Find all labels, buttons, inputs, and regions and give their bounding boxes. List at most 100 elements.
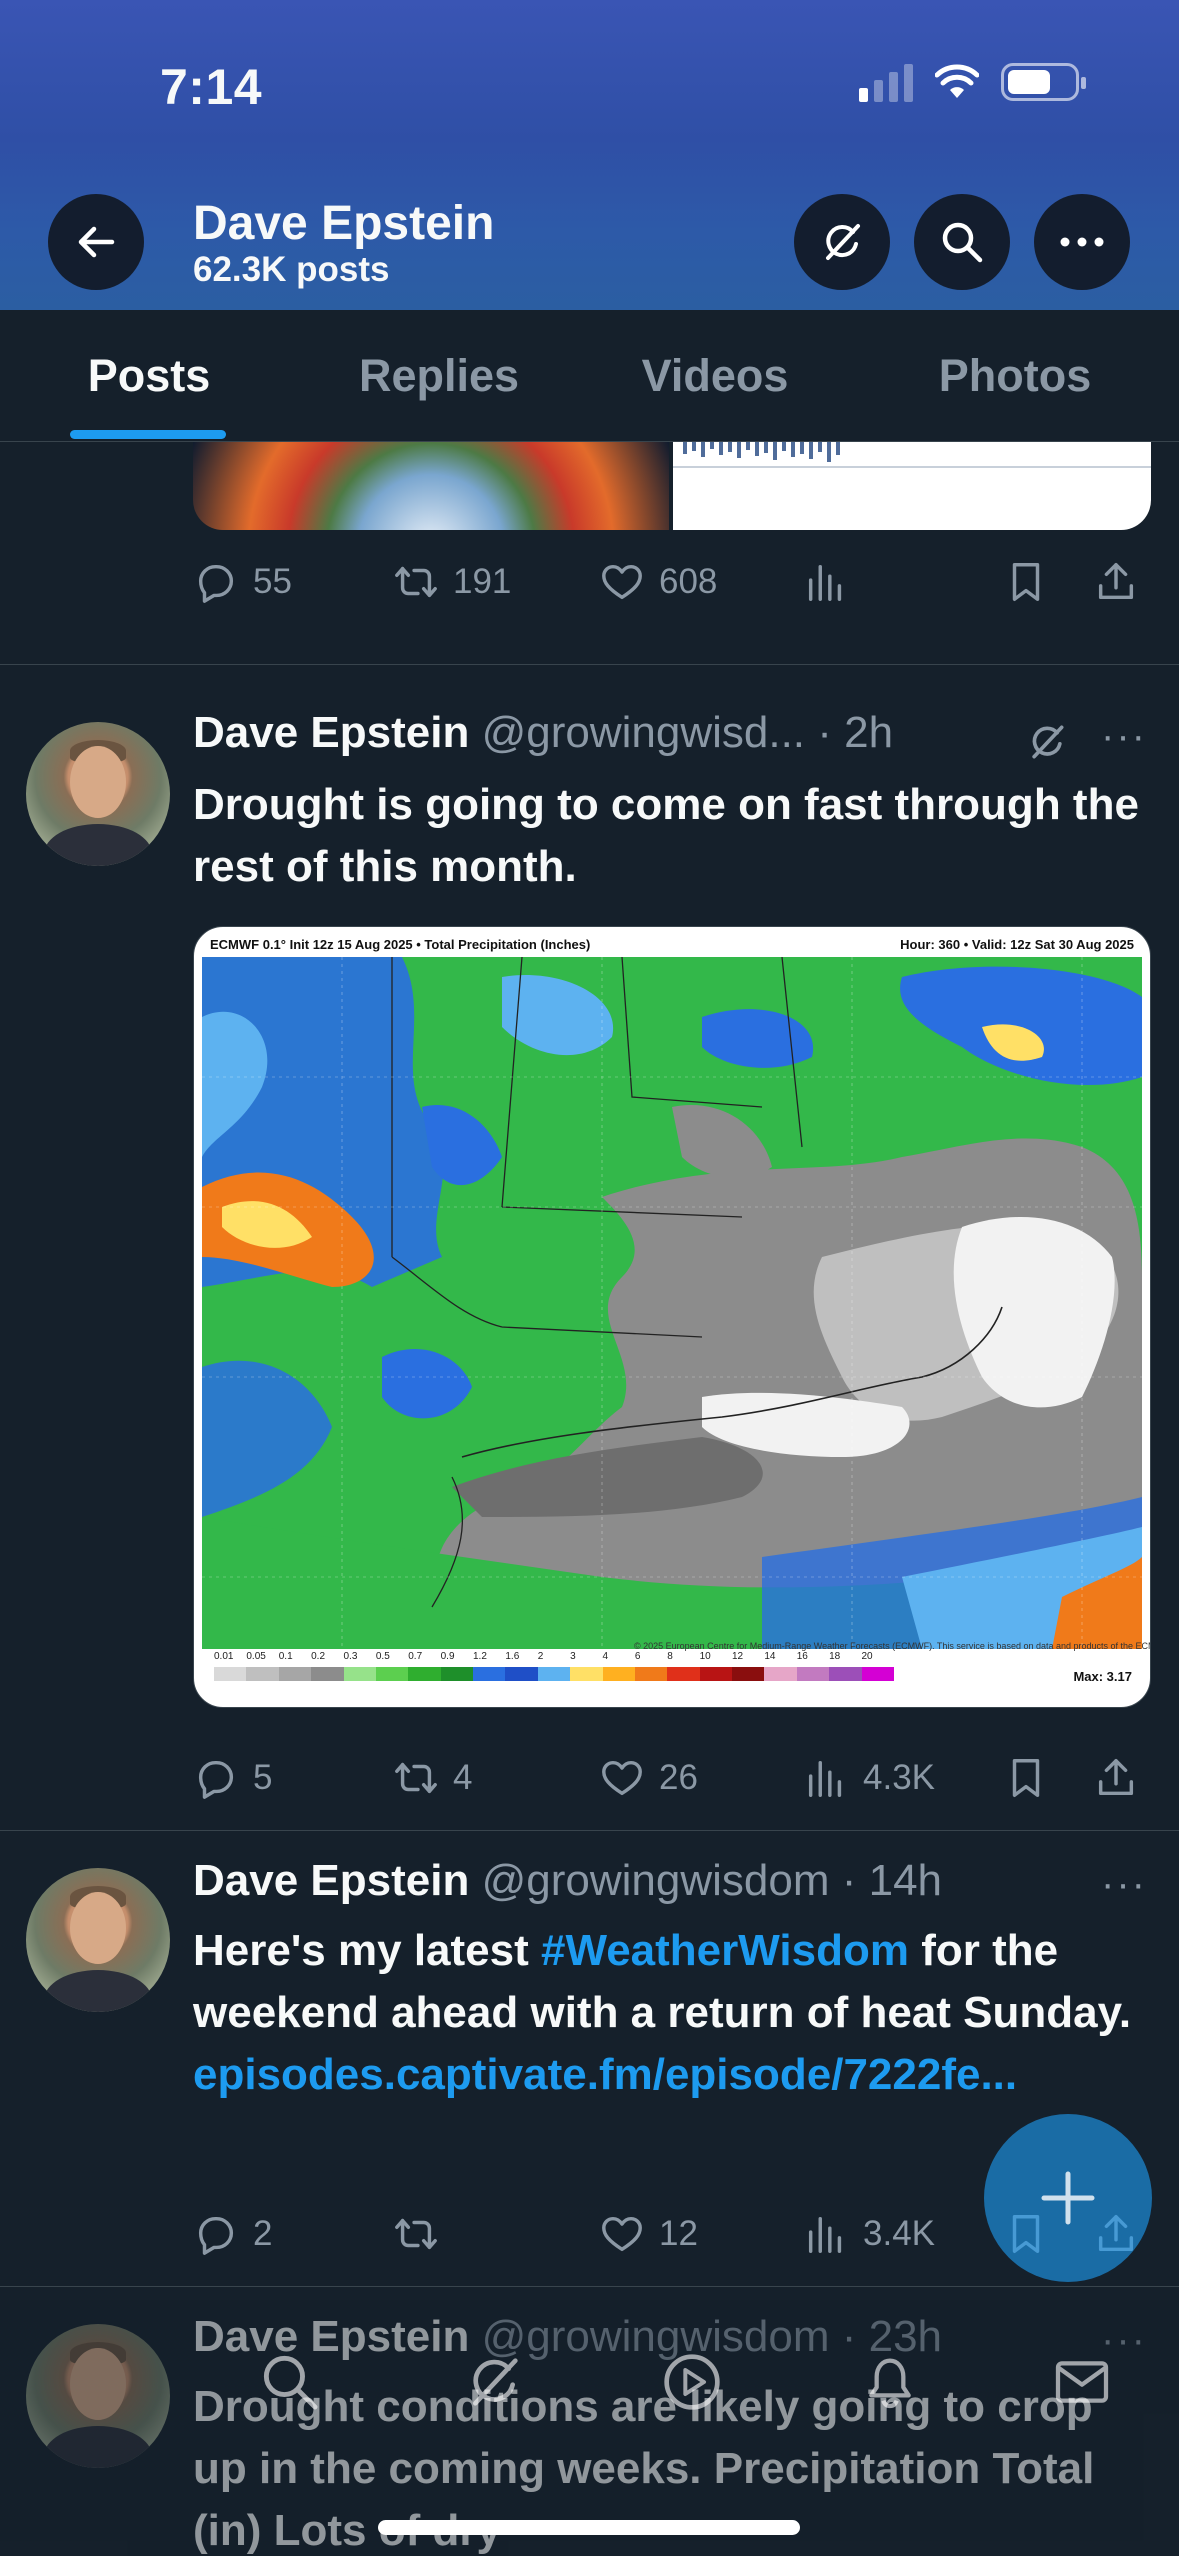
grok-icon[interactable] <box>462 2350 526 2414</box>
repost-button[interactable] <box>393 2204 439 2264</box>
hashtag-link[interactable]: #WeatherWisdom <box>541 1926 909 1975</box>
post-header: Dave Epstein @growingwisdom · 14h <box>193 1856 942 1906</box>
previous-post-media[interactable] <box>193 442 1151 530</box>
share-button[interactable] <box>1093 552 1139 612</box>
scale-swatch <box>440 1667 473 1681</box>
scale-swatch <box>408 1667 441 1681</box>
author-handle[interactable]: @growingwisd... <box>482 708 805 757</box>
post-divider <box>0 664 1179 665</box>
post-more-button[interactable]: ··· <box>1101 1862 1147 1907</box>
repost-button[interactable]: 191 <box>393 552 511 612</box>
like-count: 608 <box>659 562 718 601</box>
active-tab-indicator <box>70 430 226 439</box>
scale-swatch <box>667 1667 700 1681</box>
like-button[interactable]: 608 <box>599 552 717 612</box>
views-button[interactable]: 3.4K <box>803 2204 935 2264</box>
reply-button[interactable]: 5 <box>193 1748 272 1808</box>
tab-photos[interactable]: Photos <box>906 310 1124 442</box>
search-icon[interactable] <box>258 2350 322 2414</box>
like-count: 26 <box>659 1758 698 1797</box>
bookmark-button[interactable] <box>1003 552 1049 612</box>
grok-button[interactable] <box>794 194 890 290</box>
views-button[interactable] <box>803 552 849 612</box>
bottom-navigation <box>0 2330 1179 2450</box>
scale-swatch <box>570 1667 603 1681</box>
profile-name: Dave Epstein <box>193 197 495 250</box>
video-icon[interactable] <box>660 2350 724 2414</box>
tab-replies[interactable]: Replies <box>330 310 548 442</box>
like-button[interactable]: 12 <box>599 2204 698 2264</box>
like-count: 12 <box>659 2214 698 2253</box>
views-button[interactable]: 4.3K <box>803 1748 935 1808</box>
more-icon <box>1060 237 1104 247</box>
scale-label: 0.05 <box>246 1651 266 1662</box>
post-header: Dave Epstein @growingwisd... · 2h <box>193 708 893 758</box>
reply-count: 2 <box>253 2214 273 2253</box>
tab-posts[interactable]: Posts <box>40 310 258 442</box>
bookmark-button[interactable] <box>1003 1748 1049 1808</box>
previous-post-actions: 55 191 608 <box>193 552 1153 612</box>
grok-icon <box>826 224 860 260</box>
reply-button[interactable]: 55 <box>193 552 292 612</box>
profile-header: 7:14 Dave Epstein 62.3K posts <box>0 0 1179 310</box>
bookmark-icon <box>1012 1759 1040 1797</box>
like-button[interactable]: 26 <box>599 1748 698 1808</box>
share-button[interactable] <box>1093 1748 1139 1808</box>
tab-videos[interactable]: Videos <box>606 310 824 442</box>
repost-icon <box>395 566 437 598</box>
scale-label: 20 <box>861 1651 873 1662</box>
scale-swatch <box>214 1667 247 1681</box>
grok-icon[interactable] <box>1025 720 1069 764</box>
url-link[interactable]: episodes.captivate.fm/episode/7222fe... <box>193 2050 1017 2099</box>
arrow-left-icon <box>78 226 115 258</box>
reply-button[interactable]: 2 <box>193 2204 272 2264</box>
more-options-button[interactable] <box>1034 194 1130 290</box>
reply-icon <box>198 2216 234 2255</box>
back-button[interactable] <box>48 194 144 290</box>
author-name[interactable]: Dave Epstein <box>193 708 469 757</box>
map-max-value: Max: 3.17 <box>1073 1669 1132 1684</box>
scale-swatch <box>699 1667 732 1681</box>
scale-swatch <box>829 1667 862 1681</box>
views-icon <box>808 564 842 601</box>
precipitation-map <box>202 957 1142 1649</box>
scale-label: 12 <box>732 1651 744 1662</box>
scale-label: 0.2 <box>311 1651 326 1662</box>
post-time[interactable]: · 14h <box>842 1856 942 1905</box>
avatar[interactable] <box>26 1868 170 2012</box>
post-more-button[interactable]: ··· <box>1101 714 1147 759</box>
scale-swatch <box>246 1667 279 1681</box>
battery-icon <box>1001 63 1086 101</box>
scale-label: 1.2 <box>473 1651 487 1662</box>
scale-label: 16 <box>796 1651 808 1662</box>
post-time[interactable]: · 2h <box>817 708 893 757</box>
post-text-part: Here's my latest <box>193 1926 541 1975</box>
repost-button[interactable]: 4 <box>393 1748 472 1808</box>
repost-count: 4 <box>453 1758 473 1797</box>
scale-swatch <box>732 1667 765 1681</box>
views-icon <box>808 2216 842 2253</box>
reply-icon <box>198 564 234 603</box>
map-color-scale <box>214 1667 894 1681</box>
compose-post-button[interactable] <box>984 2114 1152 2282</box>
heart-icon <box>602 1760 642 1796</box>
post-divider <box>0 2286 1179 2287</box>
scale-label: 0.7 <box>408 1651 423 1662</box>
scale-label: 0.1 <box>278 1651 293 1662</box>
messages-icon[interactable] <box>1050 2350 1114 2414</box>
precipitation-map-image[interactable]: ECMWF 0.1° Init 12z 15 Aug 2025 • Total … <box>193 926 1151 1708</box>
scale-label: 6 <box>634 1651 641 1662</box>
map-header: ECMWF 0.1° Init 12z 15 Aug 2025 • Total … <box>210 937 1134 952</box>
scale-swatch <box>375 1667 409 1681</box>
scale-swatch <box>505 1667 538 1681</box>
author-name[interactable]: Dave Epstein <box>193 1856 469 1905</box>
scale-swatch <box>537 1667 571 1681</box>
avatar[interactable] <box>26 722 170 866</box>
scale-label: 18 <box>829 1651 841 1662</box>
bookmark-icon <box>1012 563 1040 601</box>
notifications-icon[interactable] <box>858 2350 922 2414</box>
scale-swatch <box>343 1667 376 1681</box>
author-handle[interactable]: @growingwisdom <box>482 1856 830 1905</box>
search-button[interactable] <box>914 194 1010 290</box>
scale-label: 2 <box>537 1651 544 1662</box>
